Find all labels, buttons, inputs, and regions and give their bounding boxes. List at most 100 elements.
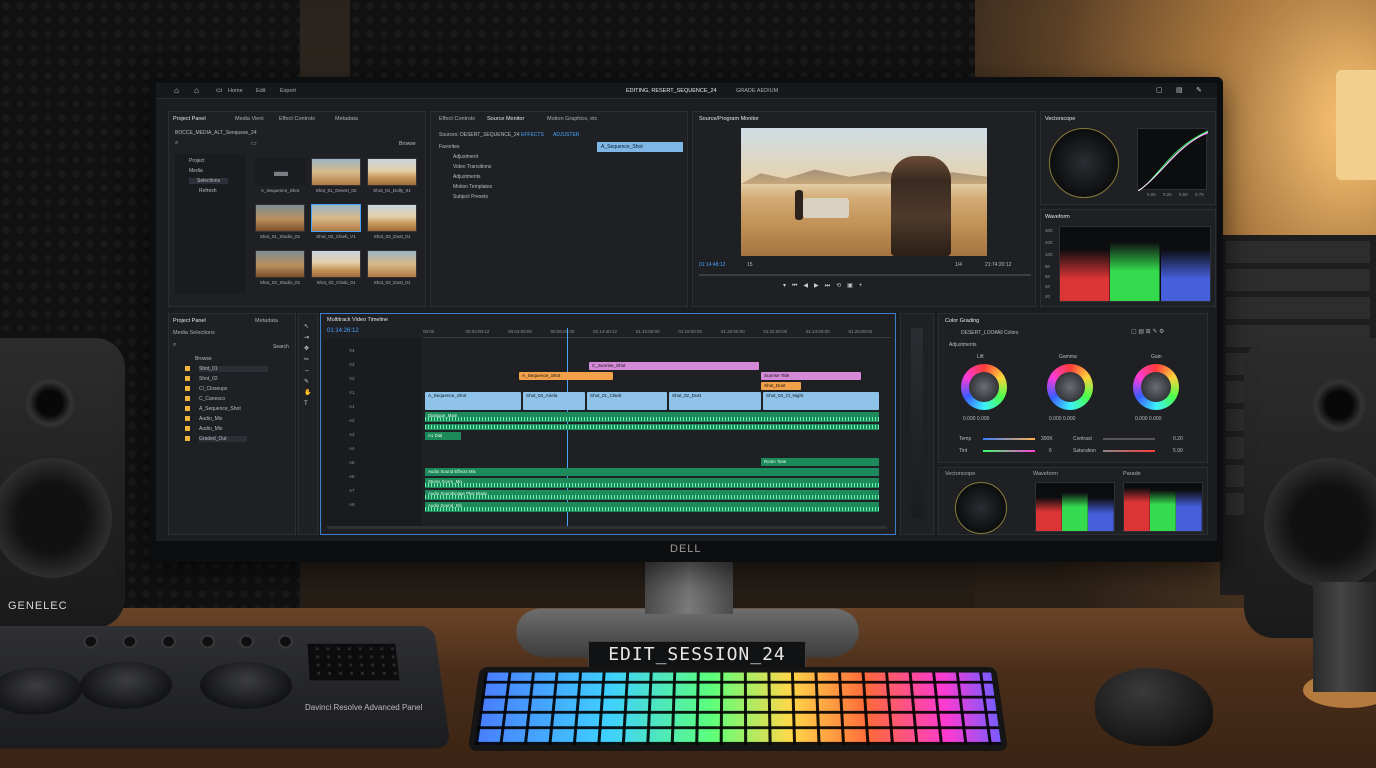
folder-icon[interactable]: ▭ [216,86,223,94]
tab-metadata[interactable]: Metadata [255,318,278,324]
bin-item[interactable]: A_Sequence_Shot [199,406,241,412]
audio-clip[interactable]: Room Tone [761,458,879,466]
lift-wheel[interactable] [961,364,1007,410]
audio-clip[interactable] [425,424,879,430]
track-label[interactable]: V4 [349,348,355,353]
gamma-wheel[interactable] [1047,364,1093,410]
step-forward-icon[interactable]: ⏭ [825,283,836,289]
color-mode[interactable]: All Colors [997,330,1018,336]
panel-button-grid[interactable] [307,643,400,681]
panel-knob[interactable] [200,634,215,649]
thumbnail[interactable] [255,250,305,278]
ripple-edit-icon[interactable]: ✥ [304,344,311,355]
thumbnail[interactable] [367,250,417,278]
selected-clip[interactable]: A_Sequence_Shot [597,142,683,152]
tree-item[interactable]: Project [189,158,205,164]
search-icon[interactable]: ⌕ [173,342,176,349]
video-clip[interactable]: A_Sequence_Shot [425,392,521,410]
tab-media-selections[interactable]: Media Selections [173,330,215,336]
track-select-icon[interactable]: ⇥ [304,333,311,344]
thumbnail-folder[interactable]: ▬ [255,158,305,186]
track-label[interactable]: A4 [349,446,355,451]
preset-dropdown[interactable]: DESERT_LOOK [961,330,998,336]
tint-slider[interactable] [983,450,1035,452]
slip-icon[interactable]: ⇔ [304,366,311,377]
thumbnail[interactable] [311,204,361,232]
effects-item[interactable]: Favorites [439,144,460,150]
effects-button[interactable]: EFFECTS [521,132,544,138]
fraction-label[interactable]: 1/4 [955,262,962,268]
audio-clip[interactable]: Stems Score_Mix [425,478,879,488]
panel-knob[interactable] [239,634,255,649]
tab-effect-controls[interactable]: Effect Controls [439,116,475,122]
layout-icon[interactable]: ▤ [1176,86,1183,94]
track-label[interactable]: A7 [349,488,355,493]
track-label[interactable]: A3 [349,432,355,437]
saturation-slider[interactable] [1103,450,1155,452]
audio-clip[interactable]: Audio Sound_Sfx [425,502,879,512]
track-label[interactable]: A2 [349,418,355,423]
timeline-ruler[interactable]: 00:00 00:02:00:12 00:04:00:00 00:06:00:00 01… [423,328,891,338]
panel-knob[interactable] [161,634,177,649]
audio-clip[interactable]: Audio Soundscape Plus Music [425,490,879,500]
tab-motion-graphics[interactable]: Motion Graphics, etc [547,116,597,122]
tree-item[interactable]: Refresh [199,188,217,194]
home-icon[interactable]: ⌂ [174,86,179,95]
video-clip[interactable]: Shot_03_Ariela [523,392,585,410]
fit-dropdown[interactable]: 15 [747,262,753,268]
video-clip[interactable]: Shot_Dust [761,382,801,390]
audio-clip[interactable]: A1 Dial [425,432,461,440]
bin-item[interactable]: Shot_01 [199,366,268,372]
tab-metadata[interactable]: Metadata [335,116,358,122]
trackball-left[interactable] [0,667,84,715]
temp-slider[interactable] [983,438,1035,440]
effects-item[interactable]: Adjustments [453,174,481,180]
bin-item[interactable]: Shot_02 [199,376,218,382]
tree-item[interactable]: Media [189,168,203,174]
video-clip[interactable]: Shot_01_Clseb [587,392,667,410]
thumbnail[interactable] [367,204,417,232]
play-reverse-icon[interactable]: ◀ [803,283,814,289]
loop-icon[interactable]: ⟲ [836,283,847,289]
search-icon[interactable]: ⌕ [175,140,178,147]
video-clip[interactable]: Shot_03_Cl_Night [763,392,879,410]
tab-source-monitor[interactable]: Source Monitor [487,116,524,122]
trackball-center[interactable] [78,661,173,709]
thumbnail[interactable] [367,158,417,186]
pen-icon[interactable]: ✎ [304,377,311,388]
trackball-right[interactable] [199,661,294,709]
timeline-scrollbar[interactable] [327,526,887,529]
keyboard[interactable] [467,667,1009,751]
type-icon[interactable]: T [304,399,311,410]
panel-knob[interactable] [122,634,138,649]
contrast-slider[interactable] [1103,438,1155,440]
panel-knob[interactable] [82,634,99,649]
tab-effect-controls[interactable]: Effect Controls [279,116,315,122]
video-clip[interactable]: A_Sequence_Shot [519,372,613,380]
tab-media-view[interactable]: Media Vieni [235,116,264,122]
tab-project-panel[interactable]: Project Panel [173,318,206,324]
playhead-bar[interactable] [699,274,1031,276]
camera-icon[interactable]: ▣ [847,283,859,289]
track-label[interactable]: A6 [349,474,355,479]
audio-clip[interactable]: Dialogue_Main [425,412,879,422]
razor-icon[interactable]: ✂ [304,355,311,366]
play-icon[interactable]: ▶ [814,283,825,289]
thumbnail[interactable] [311,158,361,186]
folder-icon[interactable]: ▭ [251,140,257,147]
audio-clip[interactable]: Audio Sound Effects Mix [425,468,879,476]
track-label[interactable]: V2 [349,376,355,381]
step-back-icon[interactable]: ⏮ [792,283,803,289]
video-clip[interactable]: Shot_02_Dust [669,392,761,410]
bin-item[interactable]: C_Canesco [199,396,225,402]
workspace-title[interactable]: EDITING, RESERT_SEQUENCE_24 [626,88,717,94]
track-label[interactable]: A8 [349,502,355,507]
bin-item[interactable]: Browse [195,356,212,362]
bin-item[interactable]: Cl_Closeups [199,386,227,392]
effects-item[interactable]: Motion Templates [453,184,492,190]
adjuster-button[interactable]: ADJUSTER [553,132,579,138]
settings-icon[interactable]: ▢ ▤ ⊞ ✎ ⚙ [1131,328,1164,335]
mode-dropdown[interactable]: GRADE AEDIUM [736,88,778,94]
home-icon-2[interactable]: ⌂ [194,86,199,95]
panel-knob[interactable] [277,634,294,649]
